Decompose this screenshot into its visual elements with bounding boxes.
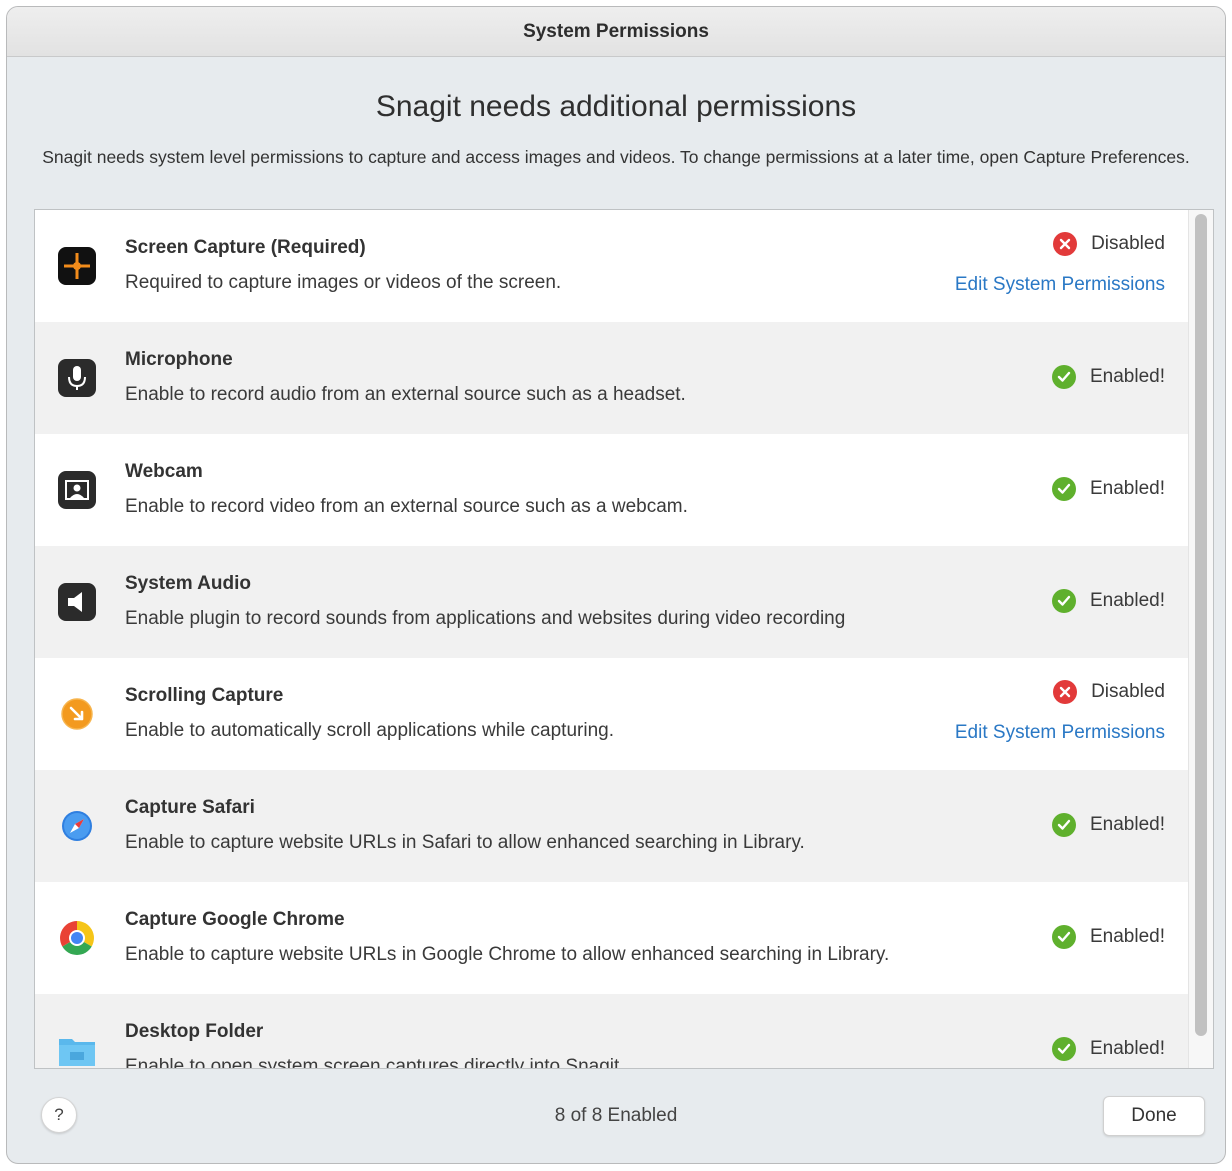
status-text: Enabled! <box>1089 478 1165 499</box>
permissions-window: System Permissions Snagit needs addition… <box>6 6 1226 1164</box>
status-text: Enabled! <box>1089 814 1165 835</box>
permission-title: Capture Google Chrome <box>125 909 345 930</box>
permission-description: Enable to capture website URLs in Safari… <box>125 832 805 853</box>
error-icon <box>1053 232 1078 256</box>
status-badge: Disabled <box>1053 232 1165 256</box>
status-text: Enabled! <box>1089 926 1165 947</box>
permission-description: Enable to record video from an external … <box>125 496 688 517</box>
status-text: Enabled! <box>1089 366 1165 387</box>
permission-description: Enable to record audio from an external … <box>125 384 686 405</box>
status-badge: Enabled! <box>1051 1037 1165 1061</box>
permission-row-screen-capture: Screen Capture (Required) Required to ca… <box>35 210 1191 322</box>
chrome-icon <box>57 918 97 958</box>
webcam-icon <box>57 470 97 510</box>
permission-description: Enable to capture website URLs in Google… <box>125 944 890 965</box>
status-badge: Enabled! <box>1051 477 1165 501</box>
edit-system-permissions-link[interactable]: Edit System Permissions <box>955 722 1165 744</box>
folder-icon <box>57 1030 97 1068</box>
status-badge: Enabled! <box>1051 365 1165 389</box>
permission-row-desktop-folder: Desktop Folder Enable to open system scr… <box>35 994 1191 1069</box>
scrollbar[interactable] <box>1188 210 1213 1068</box>
status-text: Enabled! <box>1089 590 1165 611</box>
permission-row-capture-chrome: Capture Google Chrome Enable to capture … <box>35 882 1191 994</box>
checkmark-icon <box>1051 813 1076 837</box>
window-title: System Permissions <box>523 20 709 42</box>
checkmark-icon <box>1051 365 1076 389</box>
screen-capture-icon <box>57 246 97 286</box>
checkmark-icon <box>1051 477 1076 501</box>
permission-description: Enable to open system screen captures di… <box>125 1056 625 1069</box>
permission-description: Enable plugin to record sounds from appl… <box>125 608 846 629</box>
scrollbar-thumb[interactable] <box>1195 214 1207 1036</box>
enabled-count: 8 of 8 Enabled <box>554 1105 678 1126</box>
permissions-list: Screen Capture (Required) Required to ca… <box>34 209 1214 1069</box>
permission-title: Desktop Folder <box>125 1021 264 1042</box>
edit-system-permissions-link[interactable]: Edit System Permissions <box>955 274 1165 296</box>
permission-title: Microphone <box>125 349 233 370</box>
permission-title: Scrolling Capture <box>125 685 284 706</box>
permission-row-capture-safari: Capture Safari Enable to capture website… <box>35 770 1191 882</box>
permission-title: System Audio <box>125 573 251 594</box>
status-text: Enabled! <box>1089 1038 1165 1059</box>
status-badge: Enabled! <box>1051 925 1165 949</box>
status-badge: Enabled! <box>1051 813 1165 837</box>
microphone-icon <box>57 358 97 398</box>
permission-title: Webcam <box>125 461 203 482</box>
done-button[interactable]: Done <box>1103 1096 1205 1136</box>
permission-row-system-audio: System Audio Enable plugin to record sou… <box>35 546 1191 658</box>
permission-row-microphone: Microphone Enable to record audio from a… <box>35 322 1191 434</box>
status-text: Disabled <box>1091 681 1165 702</box>
scrolling-capture-icon <box>57 694 97 734</box>
permission-description: Required to capture images or videos of … <box>125 272 562 293</box>
permission-row-scrolling-capture: Scrolling Capture Enable to automaticall… <box>35 658 1191 770</box>
permission-row-webcam: Webcam Enable to record video from an ex… <box>35 434 1191 546</box>
permissions-rows: Screen Capture (Required) Required to ca… <box>35 210 1191 1069</box>
status-badge: Disabled <box>1053 680 1165 704</box>
checkmark-icon <box>1051 925 1076 949</box>
status-text: Disabled <box>1091 233 1165 254</box>
checkmark-icon <box>1051 589 1076 613</box>
intro-text: Snagit needs system level permissions to… <box>42 147 1190 167</box>
title-bar[interactable]: System Permissions <box>7 7 1225 57</box>
safari-icon <box>57 806 97 846</box>
speaker-icon <box>57 582 97 622</box>
permission-title: Capture Safari <box>125 797 255 818</box>
checkmark-icon <box>1051 1037 1076 1061</box>
error-icon <box>1053 680 1078 704</box>
permission-description: Enable to automatically scroll applicati… <box>125 720 614 741</box>
permission-title: Screen Capture (Required) <box>125 237 366 258</box>
page-heading: Snagit needs additional permissions <box>375 90 857 123</box>
status-badge: Enabled! <box>1051 589 1165 613</box>
